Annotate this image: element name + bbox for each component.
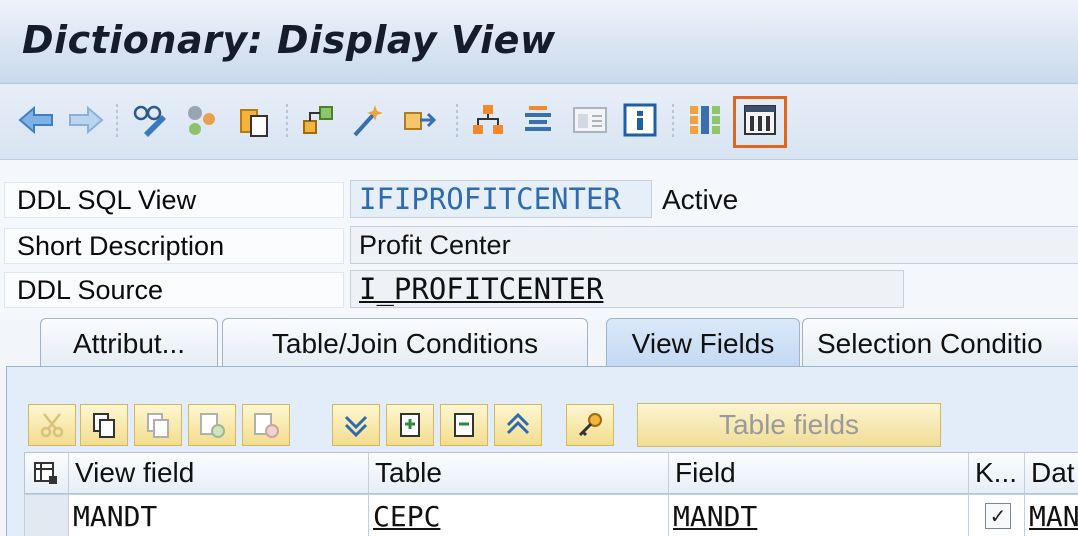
copy-button[interactable] [80, 404, 128, 446]
scissors-icon [40, 413, 64, 438]
col-field[interactable]: Field [669, 453, 969, 493]
prev-page-button[interactable] [440, 404, 488, 446]
tab-attributes[interactable]: Attribut... [40, 318, 218, 368]
col-view-field[interactable]: View field [69, 453, 369, 493]
expand-button[interactable] [332, 404, 380, 446]
key-checkbox[interactable]: ✓ [985, 503, 1011, 529]
ddl-source-label: DDL Source [4, 272, 344, 308]
table-fields-button[interactable]: Table fields [637, 403, 941, 447]
move-icon[interactable] [400, 100, 440, 140]
table-header: View field Table Field K... Dat [24, 452, 1078, 494]
ddl-source-link[interactable]: I_PROFITCENTER [359, 272, 603, 306]
toolbar-separator [286, 104, 288, 138]
tab-table-join-conditions[interactable]: Table/Join Conditions [222, 318, 588, 368]
status-text: Active [662, 184, 739, 215]
toolbar-separator [116, 104, 118, 138]
cell-table[interactable]: CEPC [369, 495, 669, 536]
cell-view-field[interactable]: MANDT [69, 495, 369, 536]
stack-icon[interactable] [518, 100, 558, 140]
table-row[interactable]: MANDT CEPC MANDT ✓ MAN [24, 494, 1078, 536]
page-up-icon [454, 413, 474, 437]
key-icon [578, 413, 602, 437]
insert-row-icon [200, 413, 225, 438]
key-button[interactable] [566, 404, 614, 446]
toolbar-separator [672, 104, 674, 138]
paste-button[interactable] [134, 404, 182, 446]
data-element-link[interactable]: MAN [1029, 500, 1078, 533]
forward-icon[interactable] [66, 100, 106, 140]
hierarchy-icon[interactable] [468, 100, 508, 140]
copy-icon [93, 413, 115, 438]
ddl-sql-view-label: DDL SQL View [4, 182, 344, 218]
info-icon[interactable] [620, 100, 660, 140]
page-down-icon [400, 413, 420, 437]
back-icon[interactable] [16, 100, 56, 140]
other-object-icon[interactable] [182, 100, 222, 140]
cut-button[interactable] [28, 404, 76, 446]
application-toolbar [0, 84, 1078, 160]
col-table[interactable]: Table [369, 453, 669, 493]
tab-selection-conditions[interactable]: Selection Conditio [802, 318, 1078, 368]
paste-icon [147, 413, 169, 438]
cell-field[interactable]: MANDT [669, 495, 969, 536]
dialog-icon[interactable] [570, 100, 610, 140]
chevron-down-icon [344, 415, 368, 438]
short-description-field[interactable]: Profit Center [350, 226, 1078, 264]
table-settings-icon[interactable] [25, 453, 69, 493]
next-page-button[interactable] [386, 404, 434, 446]
tabstrip: Attribut... Table/Join Conditions View F… [0, 314, 1078, 368]
cell-data-element[interactable]: MAN [1025, 495, 1078, 536]
insert-row-button[interactable] [188, 404, 236, 446]
tab-view-fields[interactable]: View Fields [606, 318, 800, 368]
display-change-icon[interactable] [130, 100, 170, 140]
col-key[interactable]: K... [969, 453, 1025, 493]
collapse-button[interactable] [494, 404, 542, 446]
where-used-icon[interactable] [298, 100, 338, 140]
ddl-sql-view-field[interactable]: IFIPROFITCENTER [350, 180, 652, 218]
col-data-element[interactable]: Dat [1025, 453, 1078, 493]
page-title: Dictionary: Display View [22, 18, 556, 62]
title-bar: Dictionary: Display View [0, 0, 1078, 84]
delete-row-icon [254, 413, 279, 438]
header-form: DDL SQL View IFIPROFITCENTER Active Shor… [0, 160, 1078, 320]
layout-icon[interactable] [686, 100, 726, 140]
activate-icon[interactable] [234, 100, 274, 140]
highlight-box [733, 96, 787, 148]
delete-row-button[interactable] [242, 404, 290, 446]
row-selector[interactable] [25, 495, 69, 536]
short-description-label: Short Description [4, 228, 344, 264]
ddl-source-field[interactable]: I_PROFITCENTER [350, 270, 904, 308]
table-link[interactable]: CEPC [373, 500, 440, 533]
toolbar-separator [456, 104, 458, 138]
field-link[interactable]: MANDT [673, 500, 757, 533]
chevron-up-icon [506, 412, 530, 435]
magic-wand-icon[interactable] [348, 100, 388, 140]
